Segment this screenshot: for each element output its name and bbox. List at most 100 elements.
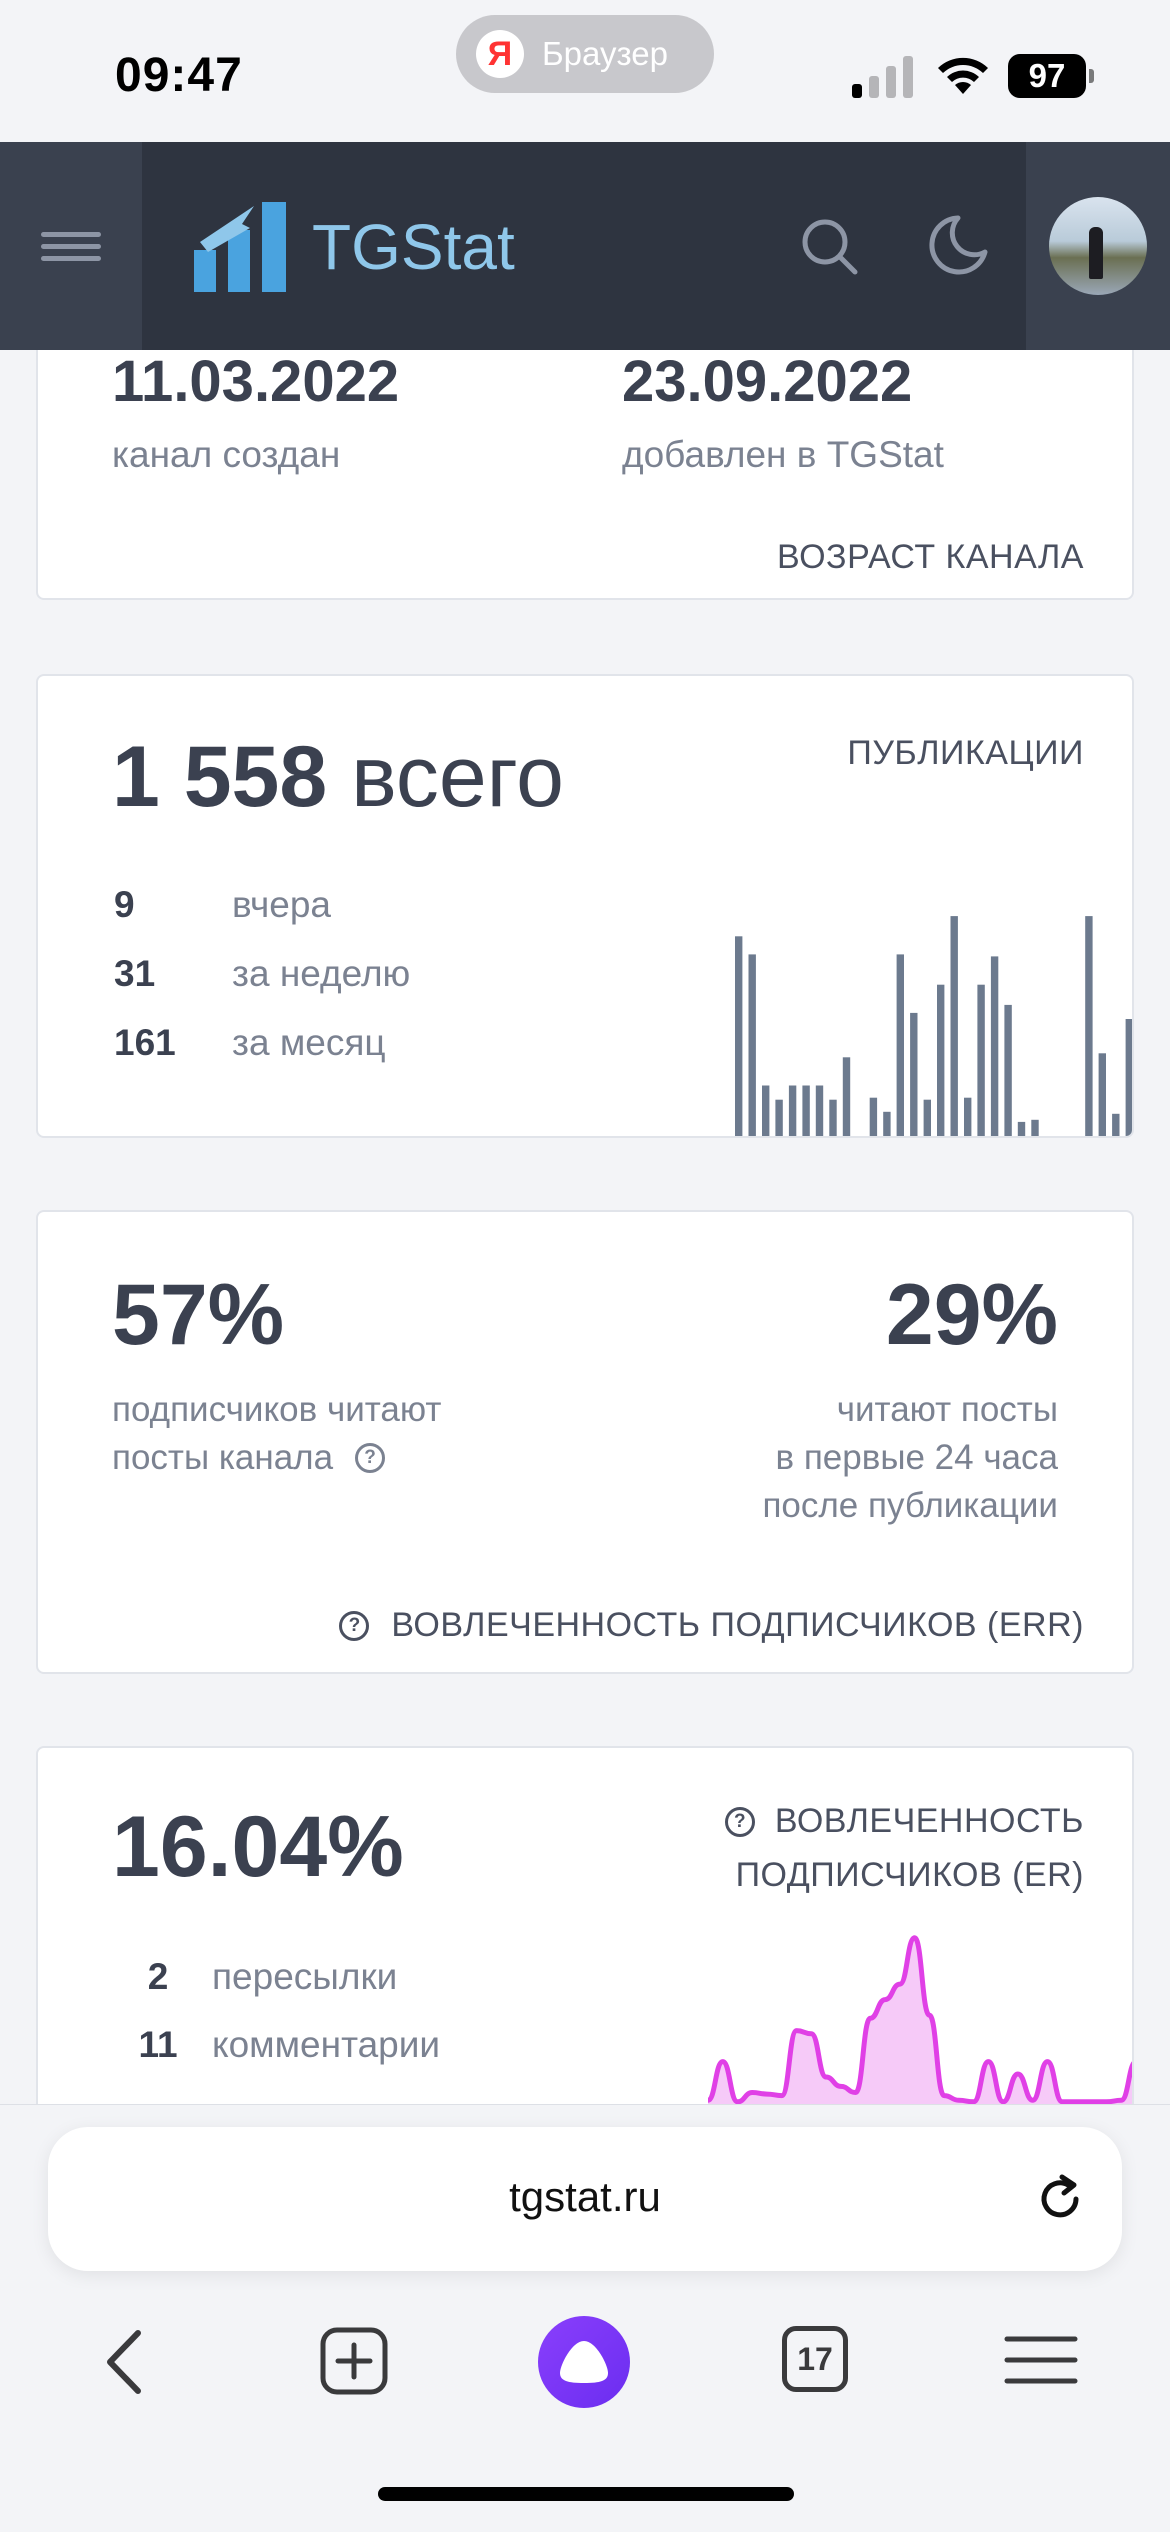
bar (1125, 1019, 1132, 1136)
url-text: tgstat.ru (509, 2173, 661, 2220)
stat-row-forwards: 2 пересылки (112, 1956, 398, 1998)
stat-row-month: 161 за месяц (114, 1022, 386, 1064)
bar (1112, 1113, 1120, 1136)
stat-label: вчера (232, 884, 332, 925)
bar (964, 1097, 972, 1136)
publications-card[interactable]: 1 558 всего ПУБЛИКАЦИИ 9 вчера 31 за нед… (36, 674, 1134, 1138)
stat-value: 11 (138, 2024, 178, 2065)
bar (842, 1057, 851, 1136)
err-left-percent: 57% (112, 1267, 285, 1363)
stat-row-week: 31 за неделю (114, 953, 410, 995)
err-right-line2: в первые 24 часа (775, 1438, 1058, 1477)
bar (762, 1085, 770, 1136)
hamburger-menu-button[interactable] (0, 142, 142, 350)
browser-pill[interactable]: Я Браузер (456, 15, 714, 93)
bar (829, 1099, 837, 1136)
er-title-line1: ВОВЛЕЧЕННОСТЬ (774, 1802, 1084, 1840)
new-tab-icon[interactable] (320, 2327, 388, 2395)
bar (856, 1136, 863, 1138)
publications-total: 1 558 всего (112, 728, 564, 827)
added-label: добавлен в TGStat (622, 434, 944, 475)
bar (735, 936, 743, 1136)
bar (1017, 1121, 1026, 1136)
bar (1004, 1004, 1012, 1136)
stat-label: комментарии (212, 2024, 441, 2065)
stat-row-comments: 11 комментарии (112, 2024, 440, 2066)
wifi-icon (938, 57, 988, 94)
search-icon[interactable] (800, 217, 860, 277)
er-title-line1-wrap: ? ВОВЛЕЧЕННОСТЬ (724, 1802, 1084, 1841)
bar (937, 984, 945, 1136)
bar (1098, 1053, 1106, 1136)
avatar (1049, 197, 1147, 295)
alice-assistant-button[interactable] (538, 2316, 630, 2408)
stat-label: за неделю (232, 953, 411, 994)
stat-value: 31 (114, 953, 156, 994)
publications-total-suffix: всего (351, 729, 564, 825)
er-engagement-card[interactable]: 16.04% ? ВОВЛЕЧЕННОСТЬ ПОДПИСЧИКОВ (ER) … (36, 1746, 1134, 2166)
bar (1031, 1119, 1039, 1136)
publications-title: ПУБЛИКАЦИИ (847, 734, 1084, 772)
bar (869, 1097, 878, 1136)
logo-text: TGStat (312, 211, 515, 283)
publications-total-number: 1 558 (112, 729, 328, 825)
browser-bottom-bar: tgstat.ru 17 (0, 2104, 1170, 2532)
help-icon[interactable]: ? (724, 1806, 755, 1837)
alice-icon (560, 2341, 608, 2383)
err-left-line1: подписчиков читают (112, 1390, 442, 1429)
bar (923, 1099, 931, 1136)
created-date: 11.03.2022 (112, 349, 400, 414)
help-icon[interactable]: ? (355, 1443, 386, 1473)
back-icon[interactable] (104, 2329, 144, 2395)
bar (775, 1099, 783, 1136)
err-title: ВОВЛЕЧЕННОСТЬ ПОДПИСЧИКОВ (ERR) (391, 1606, 1084, 1644)
cellular-signal-icon (852, 56, 913, 98)
bar (1085, 916, 1093, 1136)
help-icon[interactable]: ? (339, 1610, 370, 1641)
bar (1045, 1136, 1052, 1138)
battery-icon: 97 (1008, 54, 1094, 98)
bar (802, 1085, 810, 1136)
menu-icon (41, 225, 101, 268)
bar (1058, 1136, 1065, 1138)
browser-label: Браузер (542, 35, 668, 72)
tabs-count-button[interactable]: 17 (782, 2326, 848, 2392)
user-avatar-button[interactable] (1026, 142, 1170, 350)
tgstat-logo-icon (194, 202, 286, 292)
err-left-line2: посты канала (112, 1438, 334, 1477)
yandex-logo-icon: Я (476, 30, 524, 78)
stat-value: 9 (114, 884, 135, 925)
bar (950, 916, 958, 1136)
err-right-percent: 29% (885, 1267, 1058, 1363)
reload-icon[interactable] (1034, 2173, 1086, 2225)
er-title-line2: ПОДПИСЧИКОВ (ER) (735, 1856, 1084, 1894)
err-title-wrap: ? ВОВЛЕЧЕННОСТЬ ПОДПИСЧИКОВ (ERR) (339, 1606, 1084, 1645)
bar (883, 1111, 891, 1136)
added-date: 23.09.2022 (622, 349, 913, 414)
bar (990, 956, 999, 1136)
bar (815, 1085, 824, 1136)
bar (896, 954, 904, 1136)
menu-icon[interactable] (1004, 2335, 1078, 2385)
err-left-line2-wrap: посты канала ? (112, 1438, 386, 1478)
er-percent: 16.04% (112, 1799, 404, 1895)
stat-value: 161 (114, 1022, 176, 1063)
stat-label: пересылки (212, 1956, 398, 1997)
moon-icon[interactable] (928, 214, 988, 276)
stat-row-yesterday: 9 вчера (114, 884, 331, 926)
status-bar: 09:47 Я Браузер 97 (0, 0, 1170, 142)
stat-label: за месяц (232, 1022, 386, 1063)
er-area-chart (708, 1935, 1132, 2108)
channel-age-title: ВОЗРАСТ КАНАЛА (777, 538, 1084, 576)
bar (977, 984, 985, 1136)
err-right-line3: после публикации (762, 1486, 1058, 1525)
err-engagement-card[interactable]: 57% подписчиков читают посты канала ? 29… (36, 1210, 1134, 1674)
home-indicator (378, 2487, 794, 2501)
bar (748, 954, 756, 1136)
err-right-line1: читают посты (836, 1390, 1058, 1429)
bar (1072, 1136, 1079, 1138)
logo[interactable]: TGStat (194, 202, 515, 292)
address-bar[interactable]: tgstat.ru (48, 2127, 1122, 2271)
status-time: 09:47 (115, 49, 243, 102)
bar (788, 1085, 797, 1136)
